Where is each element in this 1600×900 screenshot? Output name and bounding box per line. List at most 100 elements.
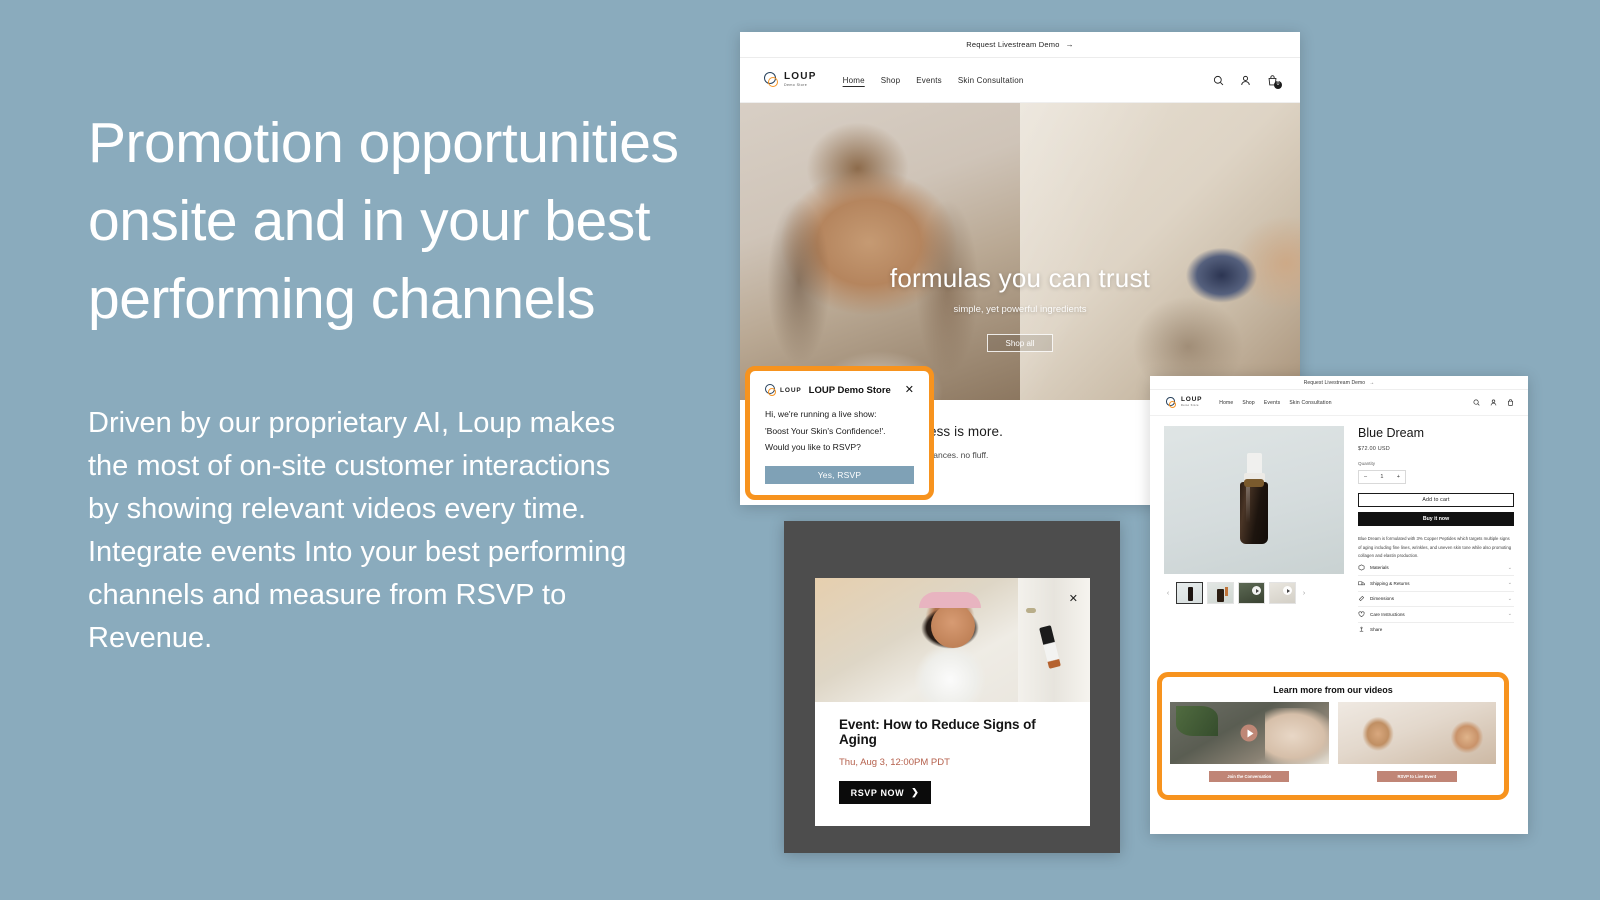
product-thumbnails: ‹ › <box>1164 582 1344 604</box>
brand-subtitle: Demo Store <box>1181 404 1199 408</box>
nav-item-shop[interactable]: Shop <box>881 76 900 85</box>
box-icon <box>1358 564 1365 571</box>
hero-image-product <box>1020 103 1300 400</box>
play-icon <box>1252 586 1261 595</box>
nav-item-events[interactable]: Events <box>916 76 942 85</box>
brand-name: LOUP <box>1181 396 1203 404</box>
videos-section-highlight: Learn more from our videos Join the Conv… <box>1157 672 1509 800</box>
gallery-prev-button[interactable]: ‹ <box>1164 590 1172 597</box>
share-icon <box>1359 626 1364 632</box>
chevron-down-icon: ⌄ <box>1507 564 1512 571</box>
event-title: Event: How to Reduce Signs of Aging <box>839 717 1036 747</box>
chevron-down-icon: ⌄ <box>1507 580 1512 587</box>
nav-item-skin-consultation[interactable]: Skin Consultation <box>958 76 1024 85</box>
nav-item-home[interactable]: Home <box>843 76 865 85</box>
product-info: Blue Dream $72.00 USD Quantity – 1 + Add… <box>1358 426 1514 637</box>
cart-icon[interactable] <box>1507 399 1514 406</box>
product-price: $72.00 USD <box>1358 446 1390 452</box>
thumbnail-1[interactable] <box>1176 582 1203 604</box>
share-row[interactable]: Share <box>1358 623 1514 637</box>
rsvp-popup-title: LOUP Demo Store <box>808 385 891 396</box>
nav-item-home[interactable]: Home <box>1219 400 1233 406</box>
nav-item-skin-consultation[interactable]: Skin Consultation <box>1289 400 1331 406</box>
account-icon[interactable] <box>1240 75 1251 86</box>
rsvp-logo-word: LOUP <box>780 387 802 394</box>
play-icon <box>1283 586 1292 595</box>
search-icon[interactable] <box>1473 399 1480 406</box>
quantity-value[interactable]: 1 <box>1380 474 1383 480</box>
close-icon[interactable]: ✕ <box>1069 592 1078 605</box>
share-label: Share <box>1370 627 1383 632</box>
thumbnail-4-video[interactable] <box>1269 582 1296 604</box>
video-card-2: RSVP to Live Event <box>1337 702 1496 782</box>
yes-rsvp-button[interactable]: Yes, RSVP <box>765 465 914 484</box>
buy-it-now-button[interactable]: Buy it now <box>1358 512 1514 526</box>
announcement-bar[interactable]: Request Livestream Demo → <box>1150 376 1528 390</box>
arrow-right-icon: → <box>1065 40 1074 49</box>
accordion-dimensions[interactable]: Dimensions ⌄ <box>1358 592 1514 607</box>
quantity-stepper[interactable]: – 1 + <box>1358 470 1406 484</box>
account-icon[interactable] <box>1490 399 1497 406</box>
marketing-body: Driven by our proprietary AI, Loup makes… <box>88 407 627 654</box>
nav-links: Home Shop Events Skin Consultation <box>843 76 1024 85</box>
join-conversation-button[interactable]: Join the Conversation <box>1209 771 1290 782</box>
brand-name: LOUP <box>784 71 817 83</box>
video-thumbnail[interactable] <box>1337 702 1496 764</box>
nav-icon-group: 0 <box>1213 74 1282 89</box>
rsvp-line-3: Would you like to RSVP? <box>765 442 861 452</box>
rsvp-line-2: 'Boost Your Skin's Confidence!'. <box>765 425 886 436</box>
video-thumbnail[interactable] <box>1170 702 1329 764</box>
video-card-1: Join the Conversation <box>1170 702 1329 782</box>
rsvp-popup-header: LOUP LOUP Demo Store ✕ <box>765 384 914 397</box>
rsvp-live-event-button[interactable]: RSVP to Live Event <box>1376 771 1457 782</box>
site-navbar: LOUP Demo Store Home Shop Events Skin Co… <box>1150 390 1528 416</box>
chevron-down-icon: ⌄ <box>1507 595 1512 602</box>
cart-icon[interactable]: 0 <box>1267 74 1282 89</box>
search-icon[interactable] <box>1213 75 1224 86</box>
thumbnail-2[interactable] <box>1207 582 1234 604</box>
quantity-minus-button[interactable]: – <box>1364 474 1367 480</box>
accordion-label: Dimensions <box>1370 596 1394 602</box>
add-to-cart-button[interactable]: Add to cart <box>1358 493 1514 507</box>
accordion-label: Care Instructions <box>1370 611 1405 617</box>
heart-icon <box>1358 611 1365 617</box>
accordion-label: Shipping & Returns <box>1370 580 1410 586</box>
cart-count-badge: 0 <box>1274 80 1282 89</box>
accordion-shipping-returns[interactable]: Shipping & Returns ⌄ <box>1358 576 1514 592</box>
marketing-copy: Promotion opportunities onsite and in yo… <box>88 104 708 660</box>
product-main: ‹ › Blue Dream $72.00 USD Quantity – 1 +… <box>1150 416 1528 637</box>
brand-logo[interactable]: LOUP Demo Store <box>764 72 817 88</box>
loup-logo-icon <box>765 384 778 397</box>
play-icon[interactable] <box>1240 724 1258 742</box>
thumbnail-3-video[interactable] <box>1238 582 1265 604</box>
truck-icon <box>1358 581 1365 585</box>
announcement-text: Request Livestream Demo <box>966 40 1060 49</box>
shop-all-button[interactable]: Shop all <box>987 334 1053 352</box>
rsvp-popup-highlight: LOUP LOUP Demo Store ✕ Hi, we're running… <box>745 366 934 500</box>
hero-banner: formulas you can trust simple, yet power… <box>740 103 1300 400</box>
accordion-care-instructions[interactable]: Care Instructions ⌄ <box>1358 607 1514 623</box>
announcement-bar[interactable]: Request Livestream Demo → <box>740 32 1300 58</box>
nav-item-shop[interactable]: Shop <box>1242 400 1254 406</box>
video-grid: Join the Conversation RSVP to Live Event <box>1170 702 1496 782</box>
close-icon[interactable]: ✕ <box>905 385 914 396</box>
gallery-next-button[interactable]: › <box>1300 590 1308 597</box>
product-main-image[interactable] <box>1164 426 1344 574</box>
brand-subtitle: Demo Store <box>784 82 808 87</box>
event-date: Thu, Aug 3, 12:00PM PDT <box>839 757 950 768</box>
accordion-label: Materials <box>1370 565 1389 571</box>
nav-item-events[interactable]: Events <box>1264 400 1281 406</box>
hero-subtitle: simple, yet powerful ingredients <box>953 304 1087 315</box>
hero-title: formulas you can trust <box>889 263 1151 293</box>
quantity-plus-button[interactable]: + <box>1397 474 1400 480</box>
event-card: ✕ Event: How to Reduce Signs of Aging Th… <box>815 578 1090 826</box>
product-title: Blue Dream <box>1358 426 1424 440</box>
nav-links: Home Shop Events Skin Consultation <box>1219 400 1331 406</box>
rsvp-now-button[interactable]: RSVP NOW ❯ <box>839 781 931 804</box>
nav-icon-group <box>1473 399 1514 406</box>
quantity-label: Quantity <box>1358 461 1376 466</box>
brand-logo[interactable]: LOUP Demo Store <box>1166 397 1202 408</box>
hero-image-model <box>740 103 1020 400</box>
event-card-body: Event: How to Reduce Signs of Aging Thu,… <box>815 702 1090 826</box>
accordion-materials[interactable]: Materials ⌄ <box>1358 561 1514 576</box>
